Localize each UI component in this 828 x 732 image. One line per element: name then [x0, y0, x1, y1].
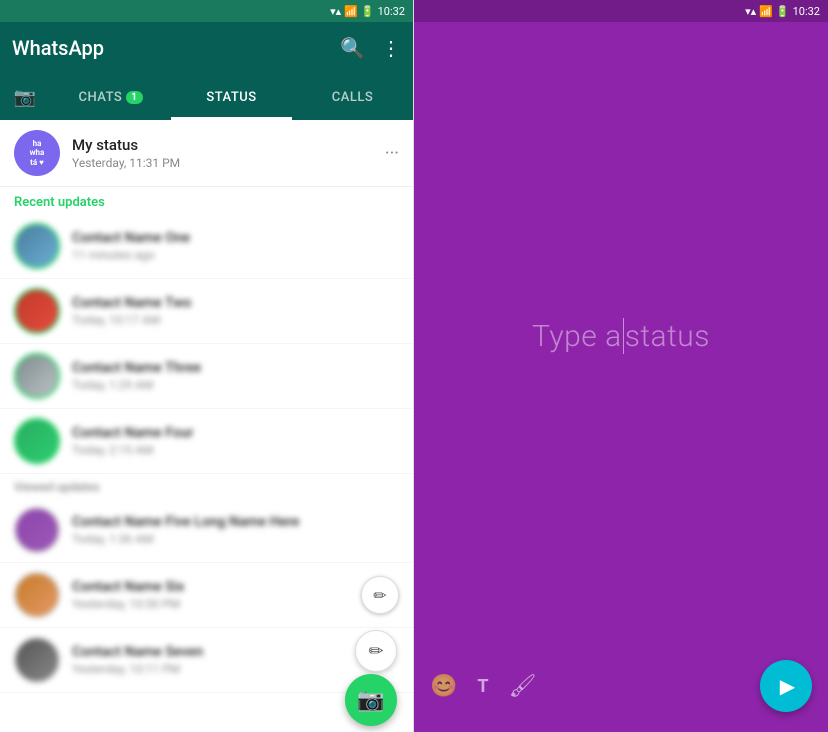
tab-camera[interactable]: 📷 [0, 74, 50, 120]
right-wifi-icon: 📶 [759, 5, 773, 18]
menu-button[interactable]: ⋮ [381, 36, 401, 61]
right-bottom-bar: 😊 T 🖌 ▶ [414, 650, 828, 732]
camera-tab-icon: 📷 [14, 87, 37, 108]
status-time-5: Today, 1:36 AM [72, 532, 399, 546]
status-name-2: Contact Name Two [72, 295, 399, 311]
status-item-3[interactable]: Contact Name Three Today, 1:29 AM [0, 344, 413, 409]
status-name-6: Contact Name Six [72, 579, 399, 595]
my-status-row[interactable]: hawhatá ♥ My status Yesterday, 11:31 PM … [0, 120, 413, 187]
calls-tab-label: CALLS [332, 90, 374, 105]
status-name-5: Contact Name Five Long Name Here [72, 514, 399, 530]
status-avatar-6 [14, 572, 60, 618]
brush-button[interactable]: 🖌 [509, 674, 537, 699]
status-avatar-1 [14, 223, 60, 269]
status-name-3: Contact Name Three [72, 360, 399, 376]
my-status-more-button[interactable]: ··· [385, 143, 399, 164]
app-bar-actions: 🔍 ⋮ [340, 36, 401, 61]
status-time-2: Today, 10:17 AM [72, 313, 399, 327]
status-info-4: Contact Name Four Today, 2:15 AM [72, 425, 399, 457]
status-avatar-7 [14, 637, 60, 683]
camera-fab-button[interactable]: 📷 [345, 674, 397, 726]
chats-tab-label: CHATS [78, 90, 122, 105]
left-status-bar: ▾▴ 📶 🔋 10:32 [0, 0, 413, 22]
status-avatar-5 [14, 507, 60, 553]
status-info-3: Contact Name Three Today, 1:29 AM [72, 360, 399, 392]
tab-status[interactable]: STATUS [171, 74, 292, 120]
status-info-5: Contact Name Five Long Name Here Today, … [72, 514, 399, 546]
app-title: WhatsApp [12, 36, 104, 60]
status-composer-area[interactable]: Type a status [414, 22, 828, 650]
status-time-6: Yesterday, 10:50 PM [72, 597, 399, 611]
status-time-1: 11 minutes ago [72, 248, 399, 262]
text-cursor [623, 318, 624, 354]
status-name-4: Contact Name Four [72, 425, 399, 441]
status-item-2[interactable]: Contact Name Two Today, 10:17 AM [0, 279, 413, 344]
my-status-name: My status [72, 136, 385, 154]
status-list: Recent updates Contact Name One 11 minut… [0, 187, 413, 732]
app-bar: WhatsApp 🔍 ⋮ [0, 22, 413, 74]
status-avatar-3 [14, 353, 60, 399]
status-item-1[interactable]: Contact Name One 11 minutes ago [0, 214, 413, 279]
right-signal-icon: ▾▴ [745, 5, 756, 18]
right-battery-icon: 🔋 [776, 5, 790, 18]
viewed-section-label: Viewed updates [0, 474, 413, 498]
status-info-7: Contact Name Seven Yesterday, 10:11 PM [72, 644, 399, 676]
placeholder-after-cursor: status [625, 319, 710, 354]
battery-icon: 🔋 [361, 5, 375, 18]
wifi-icon: 📶 [344, 5, 358, 18]
status-bar-time: 10:32 [378, 5, 405, 18]
tab-calls[interactable]: CALLS [292, 74, 413, 120]
status-avatar-2 [14, 288, 60, 334]
bottom-left-icons: 😊 T 🖌 [430, 674, 537, 699]
send-status-button[interactable]: ▶ [760, 660, 812, 712]
status-tab-label: STATUS [206, 90, 256, 105]
type-status-placeholder: Type a status [532, 318, 710, 354]
right-time: 10:32 [793, 5, 820, 18]
text-button[interactable]: T [477, 676, 488, 697]
right-status-bar: ▾▴ 📶 🔋 10:32 [414, 0, 828, 22]
recent-section-label: Recent updates [0, 187, 413, 214]
edit-status-button[interactable]: ✏ [361, 576, 399, 614]
right-panel: ▾▴ 📶 🔋 10:32 Type a status 😊 T 🖌 ▶ [414, 0, 828, 732]
search-button[interactable]: 🔍 [340, 36, 365, 61]
status-info-2: Contact Name Two Today, 10:17 AM [72, 295, 399, 327]
signal-icon: ▾▴ [330, 5, 341, 18]
left-panel: ▾▴ 📶 🔋 10:32 WhatsApp 🔍 ⋮ 📷 CHATS 1 STAT… [0, 0, 414, 732]
right-status-icons: ▾▴ 📶 🔋 10:32 [745, 5, 820, 18]
edit-fab-button[interactable]: ✏ [355, 630, 397, 672]
status-item-5[interactable]: Contact Name Five Long Name Here Today, … [0, 498, 413, 563]
status-bar-icons: ▾▴ 📶 🔋 10:32 [330, 5, 405, 18]
my-status-avatar: hawhatá ♥ [14, 130, 60, 176]
placeholder-before-cursor: Type a [532, 319, 622, 354]
send-icon: ▶ [780, 674, 795, 698]
status-avatar-4 [14, 418, 60, 464]
my-status-time: Yesterday, 11:31 PM [72, 156, 385, 170]
status-time-7: Yesterday, 10:11 PM [72, 662, 399, 676]
status-info-6: Contact Name Six Yesterday, 10:50 PM [72, 579, 399, 611]
emoji-button[interactable]: 😊 [430, 674, 457, 699]
chats-badge: 1 [126, 91, 142, 104]
status-name-1: Contact Name One [72, 230, 399, 246]
status-item-6[interactable]: Contact Name Six Yesterday, 10:50 PM ✏ [0, 563, 413, 628]
status-item-4[interactable]: Contact Name Four Today, 2:15 AM [0, 409, 413, 474]
status-name-7: Contact Name Seven [72, 644, 399, 660]
tab-chats[interactable]: CHATS 1 [50, 74, 171, 120]
status-info-1: Contact Name One 11 minutes ago [72, 230, 399, 262]
tabs-bar: 📷 CHATS 1 STATUS CALLS [0, 74, 413, 120]
status-time-3: Today, 1:29 AM [72, 378, 399, 392]
my-status-info: My status Yesterday, 11:31 PM [72, 136, 385, 170]
status-time-4: Today, 2:15 AM [72, 443, 399, 457]
